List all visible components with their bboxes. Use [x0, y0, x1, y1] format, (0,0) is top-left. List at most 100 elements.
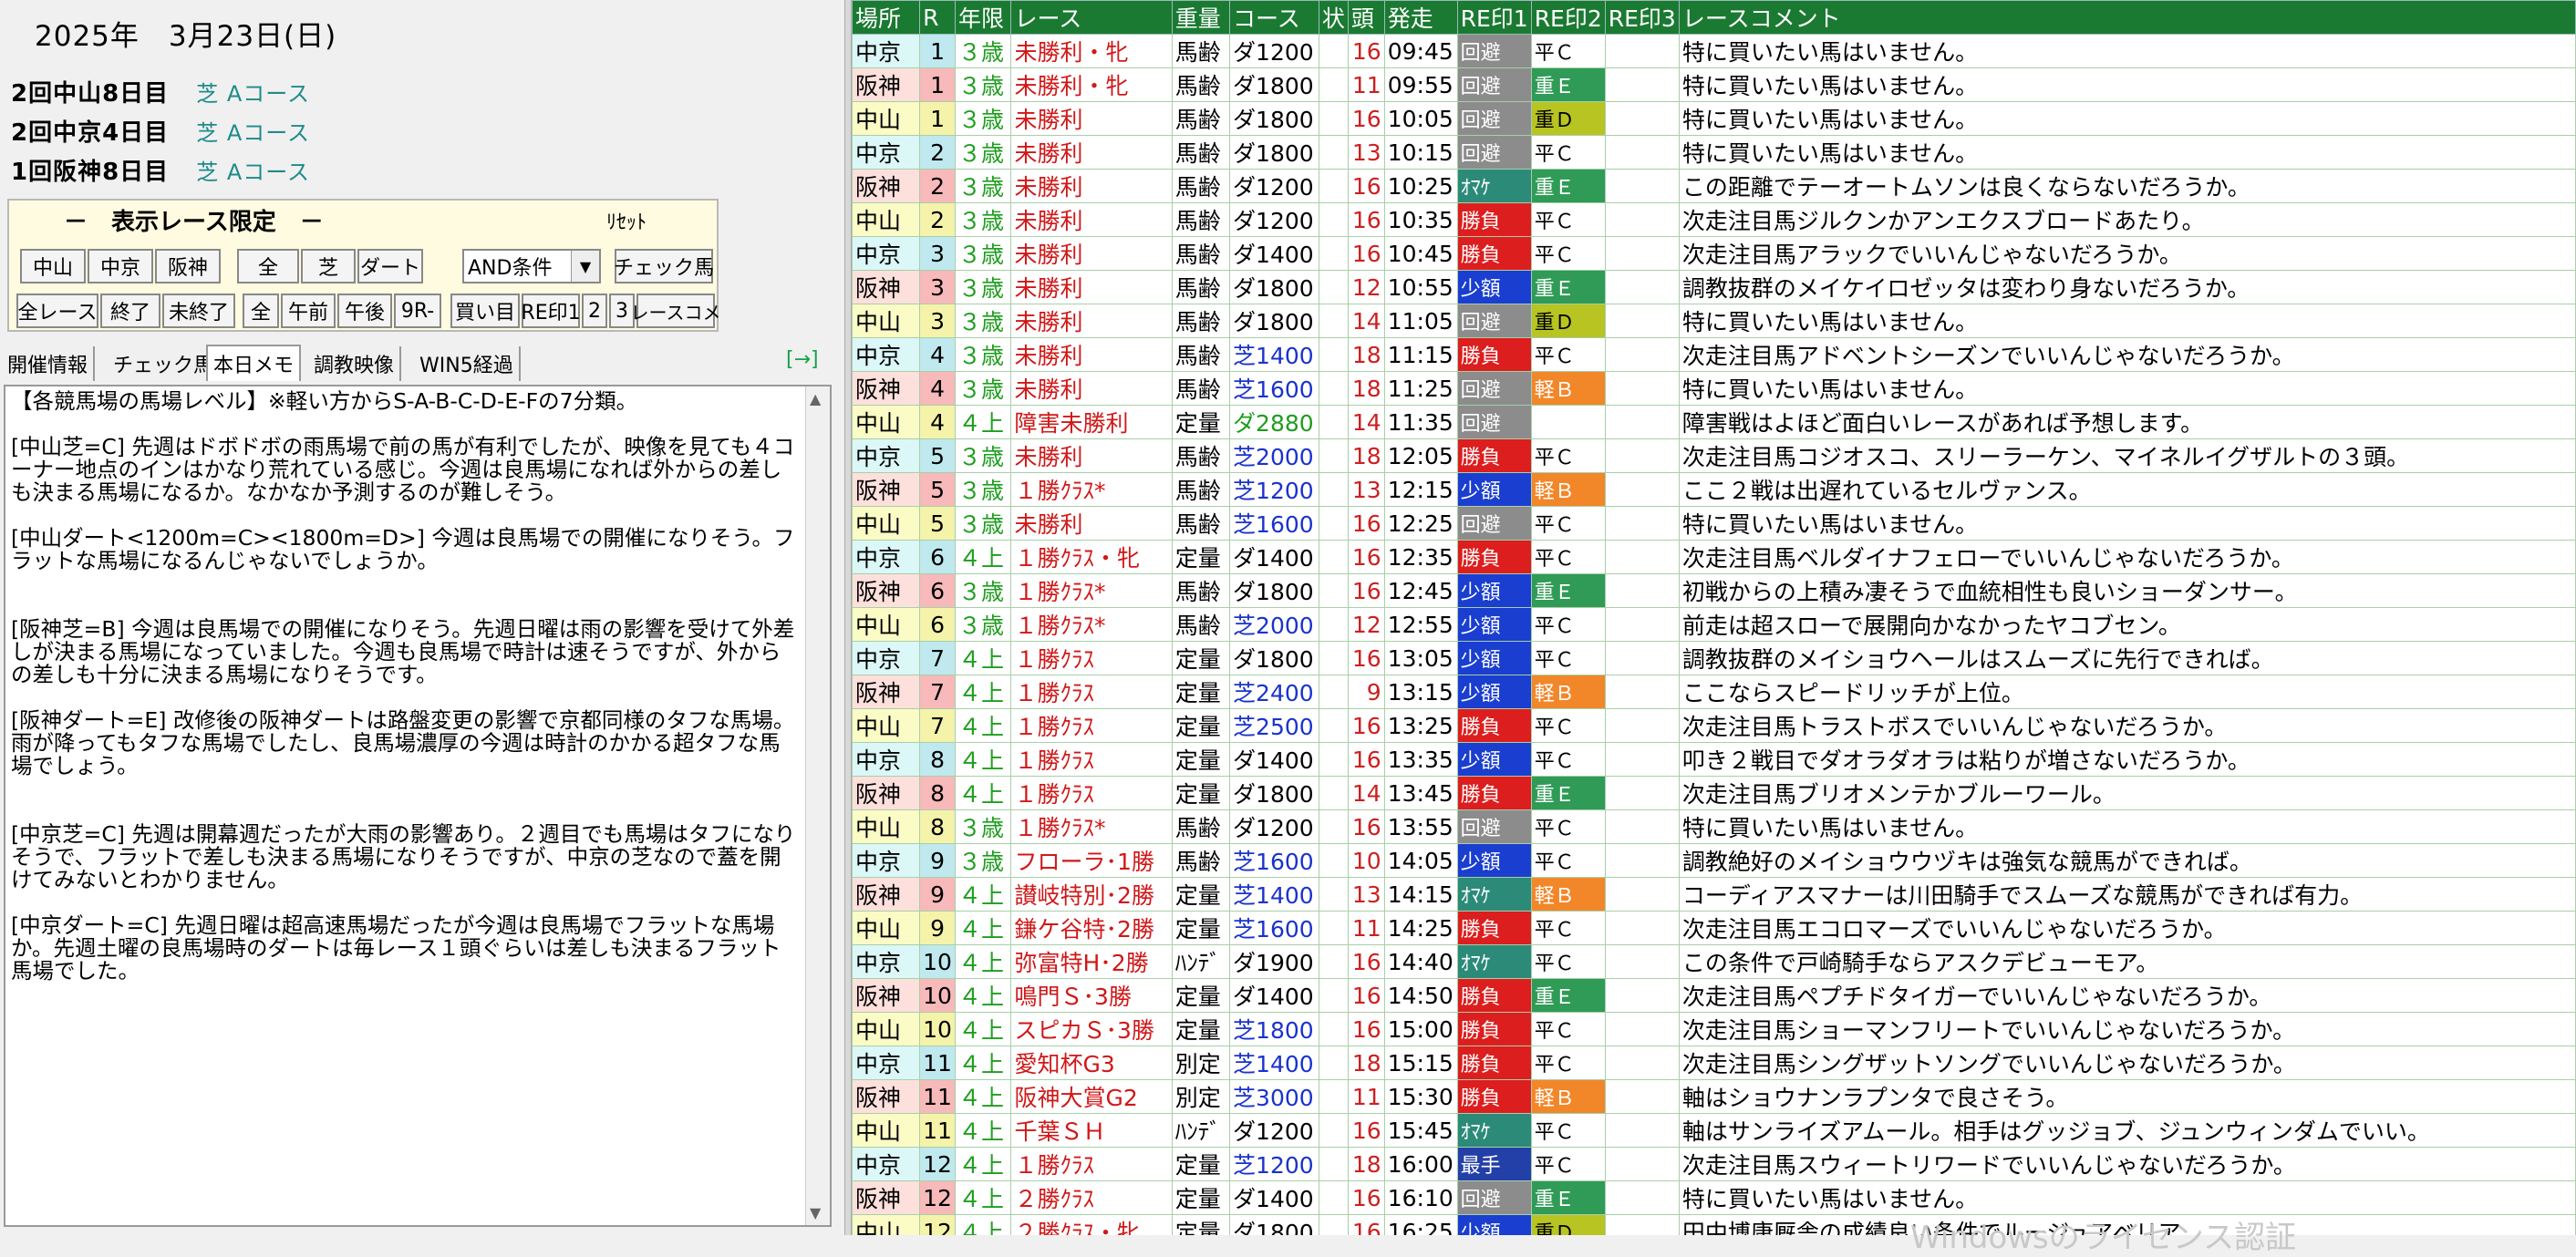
cell-r: 8: [919, 809, 956, 844]
check-horse-button[interactable]: チェック馬: [614, 249, 714, 283]
column-header[interactable]: 発走: [1383, 0, 1458, 35]
filter-am-button[interactable]: 午前: [281, 294, 336, 328]
column-header[interactable]: R: [919, 0, 956, 35]
tab-today-memo[interactable]: 本日メモ: [206, 345, 302, 381]
re-mark2-button[interactable]: 2: [582, 294, 607, 328]
tab-win5-progress[interactable]: WIN5経過: [414, 346, 521, 381]
race-row[interactable]: 中山 6 ３歳 １勝ｸﾗｽ* 馬齢 芝2000 12 12:55 少額 平Ｃ 前走は超スローで展開向…: [852, 607, 2576, 642]
meeting-nakayama[interactable]: 2回中山8日目芝 Aコース: [11, 75, 310, 108]
race-row[interactable]: 中山 8 ３歳 １勝ｸﾗｽ* 馬齢 ダ1200 16 13:55 回避 平Ｃ 特に買いたい馬はいませ…: [852, 809, 2576, 844]
race-row[interactable]: 中京 12 ４上 １勝ｸﾗｽ 定量 芝1200 18 16:00 最手 平Ｃ 次走注目馬スウィートリ…: [852, 1147, 2576, 1181]
column-header[interactable]: レースコメント: [1678, 0, 2576, 35]
cell-time: 12:45: [1383, 573, 1458, 608]
column-header[interactable]: 年限: [954, 0, 1012, 35]
race-row[interactable]: 中京 4 ３歳 未勝利 馬齢 芝1400 18 11:15 勝負 平Ｃ 次走注目馬アドベントシーズン…: [852, 337, 2576, 372]
cell-head: 11: [1347, 1079, 1385, 1114]
cell-wt: 定量: [1171, 1012, 1231, 1046]
race-row[interactable]: 阪神 3 ３歳 未勝利 馬齢 ダ1800 12 10:55 少額 重Ｅ 調教抜群のメイケイロゼッタは…: [852, 270, 2576, 304]
race-row[interactable]: 中山 1 ３歳 未勝利 馬齢 ダ1800 16 10:05 回避 重Ｄ 特に買いたい馬はいません。: [852, 101, 2576, 136]
reset-button[interactable]: ﾘｾｯﾄ: [606, 206, 647, 235]
cell-crs: ダ1800: [1229, 101, 1319, 136]
cell-cls: ３歳: [954, 304, 1012, 338]
column-header[interactable]: 場所: [852, 0, 921, 35]
filter-turf-button[interactable]: 芝: [301, 249, 356, 283]
meeting-chukyo[interactable]: 2回中京4日目芝 Aコース: [11, 114, 310, 148]
cell-comment: 次走注目馬アドベントシーズンでいいんじゃないだろうか。: [1678, 337, 2576, 372]
race-row[interactable]: 阪神 8 ４上 １勝ｸﾗｽ 定量 ダ1800 14 13:45 勝負 重Ｅ 次走注目馬ブリオメンテか…: [852, 776, 2576, 810]
race-row[interactable]: 阪神 9 ４上 讃岐特別･2勝 定量 芝1400 13 14:15 ｵﾏｹ 軽Ｂ コーディアスマナー…: [852, 877, 2576, 912]
race-row[interactable]: 阪神 12 ４上 ２勝ｸﾗｽ 定量 ダ1400 16 16:10 回避 重Ｅ 特に買いたい馬はいませ…: [852, 1180, 2576, 1215]
filter-all-time-button[interactable]: 全: [243, 294, 279, 328]
cell-place: 阪神: [852, 675, 921, 709]
meeting-hanshin[interactable]: 1回阪神8日目 芝 Aコース: [11, 153, 310, 187]
cell-name: １勝ｸﾗｽ*: [1010, 573, 1173, 608]
filter-dirt-button[interactable]: ダート: [357, 249, 423, 283]
race-row[interactable]: 中京 2 ３歳 未勝利 馬齢 ダ1800 13 10:15 回避 平Ｃ 特に買いたい馬はいません。: [852, 135, 2576, 170]
filter-all-races-button[interactable]: 全レース: [16, 294, 98, 328]
filter-pm-button[interactable]: 午後: [337, 294, 392, 328]
filter-finished-button[interactable]: 終了: [100, 294, 160, 328]
memo-scrollbar[interactable]: ▲ ▼: [805, 386, 830, 1225]
condition-select[interactable]: AND条件 ▼: [462, 249, 601, 283]
race-row[interactable]: 阪神 4 ３歳 未勝利 馬齢 芝1600 18 11:25 回避 軽Ｂ 特に買いたい馬はいません。: [852, 371, 2576, 406]
race-row[interactable]: 中山 12 ４上 ２勝ｸﾗｽ・牝 定量 ダ1800 16 16:25 少額 重Ｄ 田中博康厩舎の成績…: [852, 1214, 2576, 1235]
race-row[interactable]: 中山 3 ３歳 未勝利 馬齢 ダ1800 14 11:05 回避 重Ｄ 特に買いたい馬はいません。: [852, 304, 2576, 338]
race-row[interactable]: 阪神 1 ３歳 未勝利・牝 馬齢 ダ1800 11 09:55 回避 重Ｅ 特に買いたい馬はいません…: [852, 67, 2576, 102]
column-header[interactable]: RE印1: [1456, 0, 1532, 35]
column-header[interactable]: RE印3: [1604, 0, 1680, 35]
scroll-up-icon[interactable]: ▲: [810, 390, 821, 407]
filter-9r-button[interactable]: 9R-: [394, 294, 441, 328]
race-row[interactable]: 中山 10 ４上 スピカＳ･3勝 定量 芝1800 16 15:00 勝負 平Ｃ 次走注目馬ショーマ…: [852, 1012, 2576, 1046]
race-row[interactable]: 中京 11 ４上 愛知杯G3 別定 芝1400 18 15:15 勝負 平Ｃ 次走注目馬シングザット…: [852, 1046, 2576, 1080]
expand-arrow-icon[interactable]: [→]: [786, 348, 819, 371]
column-header[interactable]: RE印2: [1530, 0, 1606, 35]
race-row[interactable]: 阪神 5 ３歳 １勝ｸﾗｽ* 馬齢 芝1200 13 12:15 少額 軽Ｂ ここ２戦は出遅れている…: [852, 472, 2576, 507]
tab-training-video[interactable]: 調教映像: [308, 346, 402, 381]
column-header[interactable]: 頭: [1347, 0, 1385, 35]
race-row[interactable]: 阪神 2 ３歳 未勝利 馬齢 ダ1200 16 10:25 ｵﾏｹ 重Ｅ この距離でテーオートムソン…: [852, 169, 2576, 203]
cell-crs: ダ1400: [1229, 742, 1319, 777]
column-header[interactable]: レース: [1010, 0, 1173, 35]
race-row[interactable]: 中京 6 ４上 １勝ｸﾗｽ・牝 定量 ダ1400 16 12:35 勝負 平Ｃ 次走注目馬ベルダイナ…: [852, 540, 2576, 574]
race-row[interactable]: 中山 7 ４上 １勝ｸﾗｽ 定量 芝2500 16 13:25 勝負 平Ｃ 次走注目馬トラストボスで…: [852, 708, 2576, 743]
filter-nakayama-button[interactable]: 中山: [20, 249, 86, 283]
cell-place: 中京: [852, 34, 921, 68]
tab-check-horse[interactable]: チェック馬: [108, 346, 222, 381]
cell-m2: 重Ｄ: [1530, 304, 1606, 338]
race-row[interactable]: 中京 7 ４上 １勝ｸﾗｽ 定量 ダ1800 16 13:05 少額 平Ｃ 調教抜群のメイショウヘー…: [852, 641, 2576, 675]
race-row[interactable]: 阪神 10 ４上 鳴門Ｓ･3勝 定量 ダ1400 16 14:50 勝負 重Ｅ 次走注目馬ペプチドタ…: [852, 978, 2576, 1013]
race-row[interactable]: 中京 8 ４上 １勝ｸﾗｽ 定量 ダ1400 16 13:35 少額 平Ｃ 叩き２戦目でダオラダオラ…: [852, 742, 2576, 777]
panel-splitter[interactable]: [844, 0, 852, 1235]
filter-hanshin-button[interactable]: 阪神: [155, 249, 221, 283]
re-mark1-button[interactable]: RE印1: [521, 294, 581, 328]
race-row[interactable]: 阪神 7 ４上 １勝ｸﾗｽ 定量 芝2400 9 13:15 少額 軽Ｂ ここならスピードリッチが上…: [852, 675, 2576, 709]
race-row[interactable]: 中京 10 ４上 弥富特H･2勝 ﾊﾝﾃﾞ ダ1900 16 14:40 ｵﾏｹ 平Ｃ この条件で戸…: [852, 944, 2576, 979]
cell-m1: 最手: [1456, 1147, 1532, 1181]
race-row[interactable]: 中山 2 ３歳 未勝利 馬齢 ダ1200 16 10:35 勝負 平Ｃ 次走注目馬ジルクンかアンエク…: [852, 202, 2576, 237]
race-row[interactable]: 阪神 11 ４上 阪神大賞G2 別定 芝3000 11 15:30 勝負 軽Ｂ 軸はショウナンラプン…: [852, 1079, 2576, 1114]
cell-head: 18: [1347, 337, 1385, 372]
cell-comment: 特に買いたい馬はいません。: [1678, 67, 2576, 102]
filter-chukyo-button[interactable]: 中京: [88, 249, 153, 283]
column-header[interactable]: 状: [1318, 0, 1349, 35]
column-header[interactable]: 重量: [1171, 0, 1231, 35]
race-comment-button[interactable]: レースコメ: [631, 294, 721, 328]
filter-all-surface-button[interactable]: 全: [237, 249, 299, 283]
race-row[interactable]: 中山 5 ３歳 未勝利 馬齢 芝1600 16 12:25 回避 平Ｃ 特に買いたい馬はいません。: [852, 506, 2576, 541]
meeting-name: 1回阪神8日目: [11, 159, 170, 186]
race-row[interactable]: 中京 9 ３歳 フローラ･1勝 馬齢 芝1600 10 14:05 少額 平Ｃ 調教絶好のメイショウ…: [852, 843, 2576, 878]
race-row[interactable]: 阪神 6 ３歳 １勝ｸﾗｽ* 馬齢 ダ1800 16 12:45 少額 重Ｅ 初戦からの上積み凄そう…: [852, 573, 2576, 608]
filter-unfinished-button[interactable]: 未終了: [162, 294, 235, 328]
bet-button[interactable]: 買い目: [450, 294, 520, 328]
memo-textarea[interactable]: 【各競馬場の馬場レベル】※軽い方からS-A-B-C-D-E-Fの7分類。 [中山…: [4, 385, 832, 1227]
race-row[interactable]: 中京 1 ３歳 未勝利・牝 馬齢 ダ1200 16 09:45 回避 平Ｃ 特に買いたい馬はいません…: [852, 34, 2576, 68]
race-row[interactable]: 中京 3 ３歳 未勝利 馬齢 ダ1400 16 10:45 勝負 平Ｃ 次走注目馬アラックでいいんじ…: [852, 236, 2576, 271]
race-row[interactable]: 中山 9 ４上 鎌ケ谷特･2勝 定量 芝1600 11 14:25 勝負 平Ｃ 次走注目馬エコロマー…: [852, 911, 2576, 945]
column-header[interactable]: コース: [1229, 0, 1319, 35]
race-row[interactable]: 中山 4 ４上 障害未勝利 定量 ダ2880 14 11:35 回避 障害戦はよほど面白いレースが…: [852, 405, 2576, 439]
scroll-down-icon[interactable]: ▼: [810, 1204, 821, 1221]
race-row[interactable]: 中山 11 ４上 千葉ＳＨ ﾊﾝﾃﾞ ダ1200 16 15:45 ｵﾏｹ 平Ｃ 軸はサンライズアム…: [852, 1113, 2576, 1148]
race-row[interactable]: 中京 5 ３歳 未勝利 馬齢 芝2000 18 12:05 勝負 平Ｃ 次走注目馬コジオスコ、スリー…: [852, 438, 2576, 473]
cell-name: 未勝利: [1010, 506, 1173, 541]
tab-meeting-info[interactable]: 開催情報: [2, 346, 96, 381]
